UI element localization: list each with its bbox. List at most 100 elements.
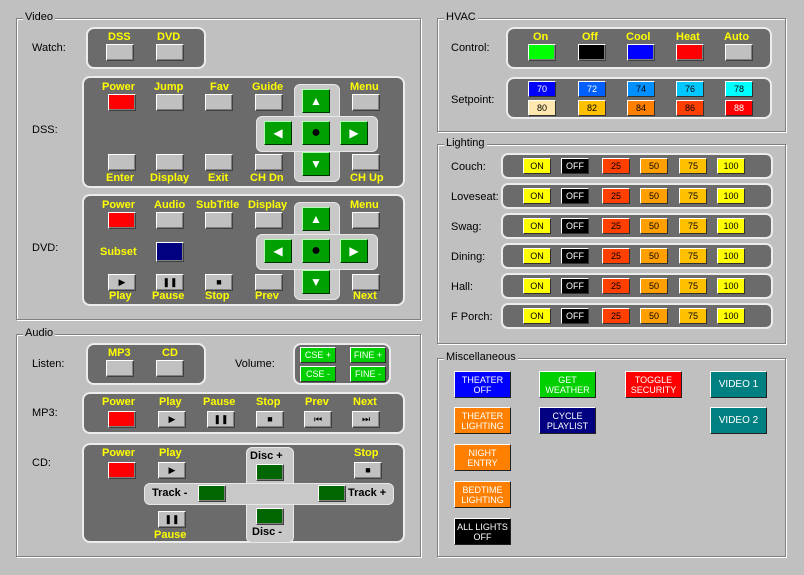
lighting-level-25-button[interactable]: 25: [602, 218, 630, 234]
dvd-stop-button[interactable]: ■: [205, 274, 233, 291]
lighting-level-75-button[interactable]: 75: [679, 308, 707, 324]
get-weather-button[interactable]: GET WEATHER: [539, 371, 596, 398]
lighting-level-75-button[interactable]: 75: [679, 158, 707, 174]
dvd-next-button[interactable]: [352, 274, 380, 291]
dss-guide-button[interactable]: [255, 94, 283, 111]
mp3-stop-button[interactable]: ■: [256, 411, 284, 428]
dss-left-button[interactable]: ◀: [264, 121, 292, 145]
dvd-left-button[interactable]: ◀: [264, 239, 292, 263]
hvac-off-button[interactable]: [578, 44, 606, 61]
lighting-level-100-button[interactable]: 100: [717, 188, 745, 204]
dvd-pause-button[interactable]: ❚❚: [156, 274, 184, 291]
hvac-heat-button[interactable]: [676, 44, 704, 61]
lighting-level-off-button[interactable]: OFF: [561, 188, 589, 204]
lighting-level-25-button[interactable]: 25: [602, 278, 630, 294]
lighting-level-on-button[interactable]: ON: [523, 188, 551, 204]
dvd-subset-button[interactable]: [156, 242, 184, 262]
setpoint-86[interactable]: 86: [676, 100, 704, 116]
dvd-down-button[interactable]: ▼: [302, 270, 330, 294]
lighting-level-on-button[interactable]: ON: [523, 158, 551, 174]
dss-menu-button[interactable]: [352, 94, 380, 111]
lighting-level-100-button[interactable]: 100: [717, 218, 745, 234]
lighting-level-100-button[interactable]: 100: [717, 158, 745, 174]
cd-disc-down-button[interactable]: [256, 508, 284, 525]
dss-fav-button[interactable]: [205, 94, 233, 111]
dvd-power-button[interactable]: [108, 212, 136, 229]
lighting-level-50-button[interactable]: 50: [640, 158, 668, 174]
hvac-cool-button[interactable]: [627, 44, 655, 61]
setpoint-78[interactable]: 78: [725, 81, 753, 97]
dvd-audio-button[interactable]: [156, 212, 184, 229]
setpoint-88[interactable]: 88: [725, 100, 753, 116]
mp3-next-button[interactable]: ⏭: [352, 411, 380, 428]
lighting-level-on-button[interactable]: ON: [523, 308, 551, 324]
dvd-display-button[interactable]: [255, 212, 283, 229]
dss-select-button[interactable]: ●: [302, 121, 330, 145]
cd-disc-up-button[interactable]: [256, 464, 284, 481]
lighting-level-50-button[interactable]: 50: [640, 218, 668, 234]
cd-play-button[interactable]: ▶: [158, 462, 186, 479]
lighting-level-off-button[interactable]: OFF: [561, 278, 589, 294]
fine-up-button[interactable]: FINE +: [350, 347, 386, 363]
dvd-select-button[interactable]: ●: [302, 239, 330, 263]
setpoint-84[interactable]: 84: [627, 100, 655, 116]
hvac-auto-button[interactable]: [725, 44, 753, 61]
lighting-level-25-button[interactable]: 25: [602, 308, 630, 324]
video2-button[interactable]: VIDEO 2: [710, 407, 767, 434]
lighting-level-75-button[interactable]: 75: [679, 188, 707, 204]
dvd-menu-button[interactable]: [352, 212, 380, 229]
lighting-level-50-button[interactable]: 50: [640, 308, 668, 324]
toggle-security-button[interactable]: TOGGLE SECURITY: [625, 371, 682, 398]
lighting-level-75-button[interactable]: 75: [679, 218, 707, 234]
dvd-up-button[interactable]: ▲: [302, 207, 330, 231]
lighting-level-100-button[interactable]: 100: [717, 278, 745, 294]
cd-pause-button[interactable]: ❚❚: [158, 511, 186, 528]
lighting-level-50-button[interactable]: 50: [640, 278, 668, 294]
watch-dss-button[interactable]: [106, 44, 134, 61]
cse-down-button[interactable]: CSE -: [300, 366, 336, 382]
lighting-level-on-button[interactable]: ON: [523, 248, 551, 264]
lighting-level-off-button[interactable]: OFF: [561, 248, 589, 264]
dss-chup-button[interactable]: [352, 154, 380, 171]
theater-off-button[interactable]: THEATER OFF: [454, 371, 511, 398]
setpoint-74[interactable]: 74: [627, 81, 655, 97]
setpoint-72[interactable]: 72: [578, 81, 606, 97]
setpoint-70[interactable]: 70: [528, 81, 556, 97]
cycle-playlist-button[interactable]: CYCLE PLAYLIST: [539, 407, 596, 434]
lighting-level-off-button[interactable]: OFF: [561, 218, 589, 234]
all-lights-off-button[interactable]: ALL LIGHTS OFF: [454, 518, 511, 545]
dvd-subtitle-button[interactable]: [205, 212, 233, 229]
hvac-on-button[interactable]: [528, 44, 556, 61]
cd-track-down-button[interactable]: [198, 485, 226, 502]
dss-jump-button[interactable]: [156, 94, 184, 111]
dss-enter-button[interactable]: [108, 154, 136, 171]
video1-button[interactable]: VIDEO 1: [710, 371, 767, 398]
dvd-right-button[interactable]: ▶: [340, 239, 368, 263]
dss-power-button[interactable]: [108, 94, 136, 111]
lighting-level-50-button[interactable]: 50: [640, 248, 668, 264]
dss-chdn-button[interactable]: [255, 154, 283, 171]
dss-display-button[interactable]: [156, 154, 184, 171]
lighting-level-100-button[interactable]: 100: [717, 308, 745, 324]
setpoint-82[interactable]: 82: [578, 100, 606, 116]
dss-up-button[interactable]: ▲: [302, 89, 330, 113]
mp3-play-button[interactable]: ▶: [158, 411, 186, 428]
lighting-level-75-button[interactable]: 75: [679, 248, 707, 264]
lighting-level-25-button[interactable]: 25: [602, 158, 630, 174]
cse-up-button[interactable]: CSE +: [300, 347, 336, 363]
lighting-level-off-button[interactable]: OFF: [561, 308, 589, 324]
setpoint-80[interactable]: 80: [528, 100, 556, 116]
mp3-pause-button[interactable]: ❚❚: [207, 411, 235, 428]
cd-power-button[interactable]: [108, 462, 136, 479]
cd-stop-button[interactable]: ■: [354, 462, 382, 479]
listen-mp3-button[interactable]: [106, 360, 134, 377]
lighting-level-on-button[interactable]: ON: [523, 278, 551, 294]
lighting-level-100-button[interactable]: 100: [717, 248, 745, 264]
dss-down-button[interactable]: ▼: [302, 152, 330, 176]
fine-down-button[interactable]: FINE -: [350, 366, 386, 382]
lighting-level-75-button[interactable]: 75: [679, 278, 707, 294]
dss-exit-button[interactable]: [205, 154, 233, 171]
night-entry-button[interactable]: NIGHT ENTRY: [454, 444, 511, 471]
lighting-level-25-button[interactable]: 25: [602, 188, 630, 204]
dss-right-button[interactable]: ▶: [340, 121, 368, 145]
